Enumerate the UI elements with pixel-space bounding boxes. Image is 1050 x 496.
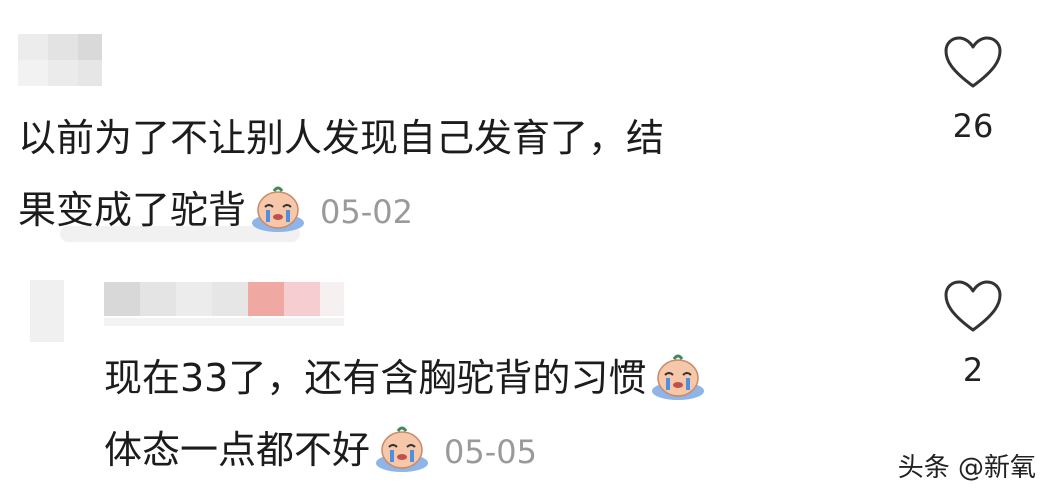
crying-face-emoji-icon [374,423,430,473]
comment-1-line-2: 果变成了驼背 05-02 [18,174,664,246]
heart-icon[interactable] [943,36,1003,90]
comment-1-time: 05-02 [320,193,413,231]
comment-2-line-1-text: 现在33了，还有含胸驼背的习惯 [104,356,647,400]
watermark: 头条 @新氧 [897,453,1036,483]
comment-1-line-2-text: 果变成了驼背 [18,188,247,232]
blurred-avatar-2 [30,280,64,342]
blurred-strip-2 [104,318,344,326]
crying-face-emoji-icon [650,351,706,401]
comment-2-line-1: 现在33了，还有含胸驼背的习惯 [104,342,706,414]
blurred-username-2 [104,282,344,316]
comment-2-like[interactable]: 2 [938,280,1008,390]
comment-1-like-count: 26 [952,107,994,145]
comment-1-text: 以前为了不让别人发现自己发育了，结 果变成了驼背 05-02 [18,102,664,246]
comment-1-line-1: 以前为了不让别人发现自己发育了，结 [18,116,665,160]
comment-2-line-2-text: 体态一点都不好 [104,428,371,472]
comment-2-like-count: 2 [962,351,984,389]
comment-2-line-2: 体态一点都不好 05-05 [104,414,706,486]
crying-face-emoji-icon [250,183,306,233]
comment-1-like[interactable]: 26 [938,36,1008,146]
comment-2-time: 05-05 [444,433,537,471]
heart-icon[interactable] [943,280,1003,334]
comment-2-text: 现在33了，还有含胸驼背的习惯 体态一点都不好 05-05 [104,342,706,486]
blurred-username-1 [18,34,102,86]
